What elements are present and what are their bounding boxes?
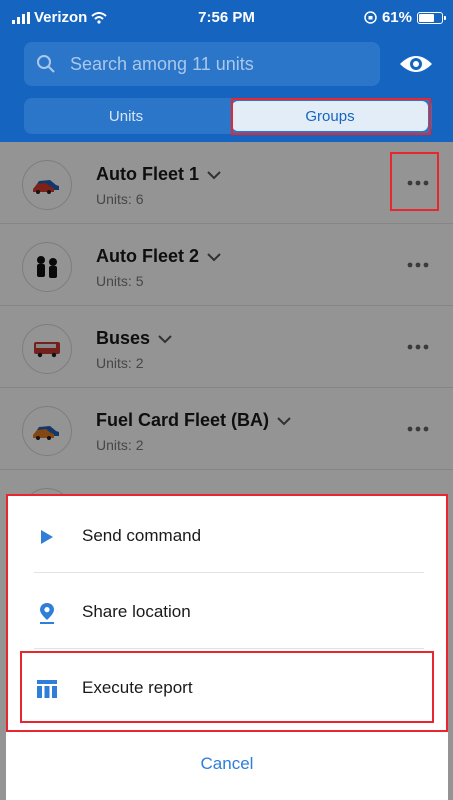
tab-groups[interactable]: Groups [232, 101, 428, 131]
search-icon [37, 55, 55, 73]
location-pin-icon [36, 602, 58, 624]
battery-icon [417, 11, 446, 24]
send-command-label: Send command [82, 526, 202, 545]
execute-report-item[interactable]: Execute report [6, 650, 448, 726]
battery-percent: 61% [381, 9, 412, 26]
tab-units[interactable]: Units [24, 98, 228, 134]
cancel-button[interactable]: Cancel [6, 738, 448, 790]
header: Units Groups [0, 36, 453, 142]
search-input[interactable] [70, 53, 350, 75]
divider [34, 572, 424, 573]
send-command-item[interactable]: Send command [6, 498, 448, 574]
share-location-label: Share location [82, 602, 191, 621]
report-table-icon [36, 678, 58, 700]
search-bar[interactable] [24, 42, 380, 86]
play-icon [36, 526, 58, 548]
divider [34, 648, 424, 649]
battery-info: 61% [364, 9, 446, 26]
orientation-lock-icon [364, 11, 377, 24]
share-location-item[interactable]: Share location [6, 574, 448, 650]
action-sheet: Send command Share location Execute repo… [6, 494, 448, 800]
execute-report-label: Execute report [82, 678, 193, 697]
tab-bar: Units Groups [24, 98, 432, 134]
status-bar: Verizon 7:56 PM 61% [0, 0, 453, 36]
eye-icon[interactable] [398, 50, 434, 78]
